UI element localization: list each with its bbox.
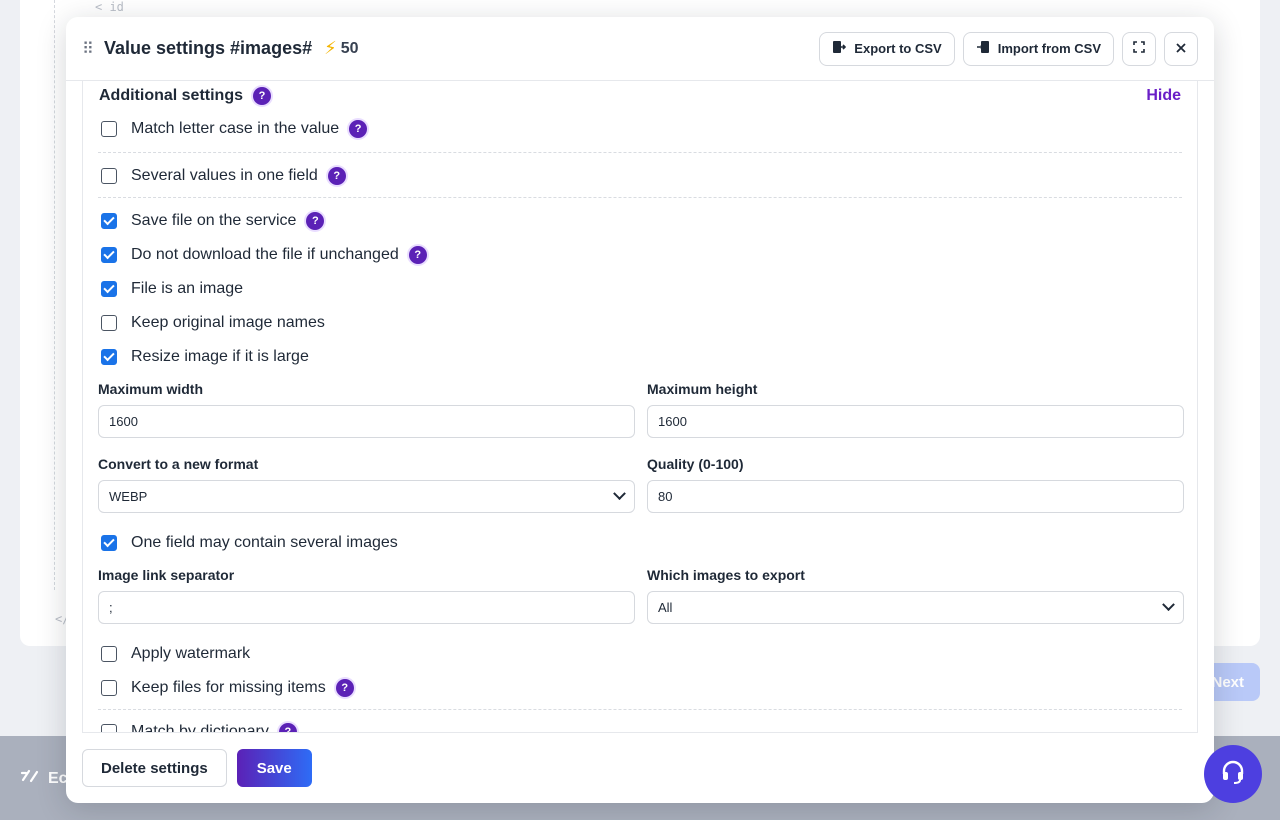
export-csv-label: Export to CSV — [854, 41, 942, 56]
chevron-down-icon — [1162, 598, 1175, 612]
close-button[interactable] — [1164, 31, 1198, 66]
option-label: Several values in one field — [131, 167, 318, 184]
modal-footer: Delete settings Save — [66, 733, 1214, 803]
export-icon — [832, 40, 847, 57]
separator-input[interactable]: ; — [98, 591, 635, 624]
option-save-file[interactable]: Save file on the service ? — [101, 210, 325, 232]
brand-name: Ec — [48, 769, 68, 787]
checkbox[interactable] — [101, 121, 117, 137]
headset-icon — [1219, 758, 1247, 791]
checkbox[interactable] — [101, 315, 117, 331]
brand: Ec — [20, 768, 68, 789]
checkbox[interactable] — [101, 535, 117, 551]
help-icon[interactable]: ? — [327, 167, 346, 185]
option-label: Match by dictionary — [131, 723, 269, 733]
which-images-label: Which images to export — [647, 567, 805, 583]
option-keep-files-missing[interactable]: Keep files for missing items ? — [101, 677, 354, 699]
header-actions: Export to CSV Import from CSV — [819, 31, 1198, 66]
help-icon[interactable]: ? — [278, 723, 297, 732]
help-icon[interactable]: ? — [349, 120, 368, 138]
option-label: Save file on the service — [131, 212, 297, 229]
drag-handle-icon[interactable]: ⠿ — [82, 39, 94, 59]
max-height-label: Maximum height — [647, 381, 758, 397]
help-icon[interactable]: ? — [306, 212, 325, 230]
divider — [98, 197, 1182, 198]
checkbox[interactable] — [101, 349, 117, 365]
max-width-input[interactable]: 1600 — [98, 405, 635, 438]
quality-label: Quality (0-100) — [647, 456, 744, 472]
format-value: WEBP — [109, 489, 148, 504]
import-csv-button[interactable]: Import from CSV — [962, 31, 1114, 66]
option-several-images[interactable]: One field may contain several images — [101, 532, 398, 554]
hide-link[interactable]: Hide — [1146, 87, 1181, 105]
which-images-select[interactable]: All — [647, 591, 1184, 624]
checkbox[interactable] — [101, 680, 117, 696]
export-csv-button[interactable]: Export to CSV — [819, 31, 955, 66]
fullscreen-button[interactable] — [1122, 31, 1156, 66]
which-images-value: All — [658, 600, 673, 615]
divider — [98, 152, 1182, 153]
format-select[interactable]: WEBP — [98, 480, 635, 513]
brand-logo-icon — [20, 768, 40, 789]
help-icon[interactable]: ? — [253, 87, 271, 105]
delete-settings-button[interactable]: Delete settings — [82, 749, 227, 787]
option-keep-original-names[interactable]: Keep original image names — [101, 312, 325, 334]
help-icon[interactable]: ? — [408, 246, 427, 264]
modal-title: Value settings #images# — [104, 38, 313, 58]
separator-label: Image link separator — [98, 567, 235, 583]
option-match-letter-case[interactable]: Match letter case in the value ? — [101, 118, 368, 140]
section-title: Additional settings — [99, 87, 243, 104]
option-match-dictionary[interactable]: Match by dictionary ? — [101, 721, 297, 733]
option-label: Keep files for missing items — [131, 679, 326, 696]
option-file-is-image[interactable]: File is an image — [101, 278, 243, 300]
option-label: Keep original image names — [131, 314, 325, 331]
section-header: Additional settings ? Hide — [99, 84, 1181, 108]
divider — [98, 709, 1182, 710]
credits-badge: ⚡ 50 — [324, 38, 358, 59]
lightning-icon: ⚡ — [324, 38, 337, 58]
close-icon — [1176, 41, 1186, 56]
help-icon[interactable]: ? — [335, 679, 354, 697]
max-height-input[interactable]: 1600 — [647, 405, 1184, 438]
checkbox[interactable] — [101, 646, 117, 662]
credits-value: 50 — [340, 39, 359, 57]
option-apply-watermark[interactable]: Apply watermark — [101, 643, 250, 665]
option-label: Resize image if it is large — [131, 348, 309, 365]
option-label: File is an image — [131, 280, 244, 297]
quality-input[interactable]: 80 — [647, 480, 1184, 513]
option-resize-image[interactable]: Resize image if it is large — [101, 346, 309, 368]
import-icon — [976, 40, 990, 57]
option-do-not-download[interactable]: Do not download the file if unchanged ? — [101, 244, 427, 266]
import-csv-label: Import from CSV — [997, 41, 1101, 56]
checkbox[interactable] — [101, 213, 117, 229]
value-settings-modal: ⠿ Value settings #images# ⚡ 50 Export to… — [66, 17, 1214, 803]
save-button[interactable]: Save — [236, 749, 312, 787]
checkbox[interactable] — [101, 168, 117, 184]
expand-icon — [1133, 41, 1145, 56]
option-label: Do not download the file if unchanged — [131, 246, 399, 263]
option-several-values[interactable]: Several values in one field ? — [101, 165, 346, 187]
support-chat-button[interactable] — [1204, 745, 1262, 803]
option-label: One field may contain several images — [131, 534, 398, 551]
modal-header: ⠿ Value settings #images# ⚡ 50 Export to… — [66, 17, 1214, 81]
option-label: Apply watermark — [131, 645, 251, 662]
checkbox[interactable] — [101, 281, 117, 297]
chevron-down-icon — [613, 487, 626, 501]
settings-body: Additional settings ? Hide Match letter … — [82, 81, 1198, 733]
max-width-label: Maximum width — [98, 381, 204, 397]
checkbox[interactable] — [101, 247, 117, 263]
format-label: Convert to a new format — [98, 456, 259, 472]
option-label: Match letter case in the value — [131, 120, 340, 137]
checkbox[interactable] — [101, 724, 117, 732]
